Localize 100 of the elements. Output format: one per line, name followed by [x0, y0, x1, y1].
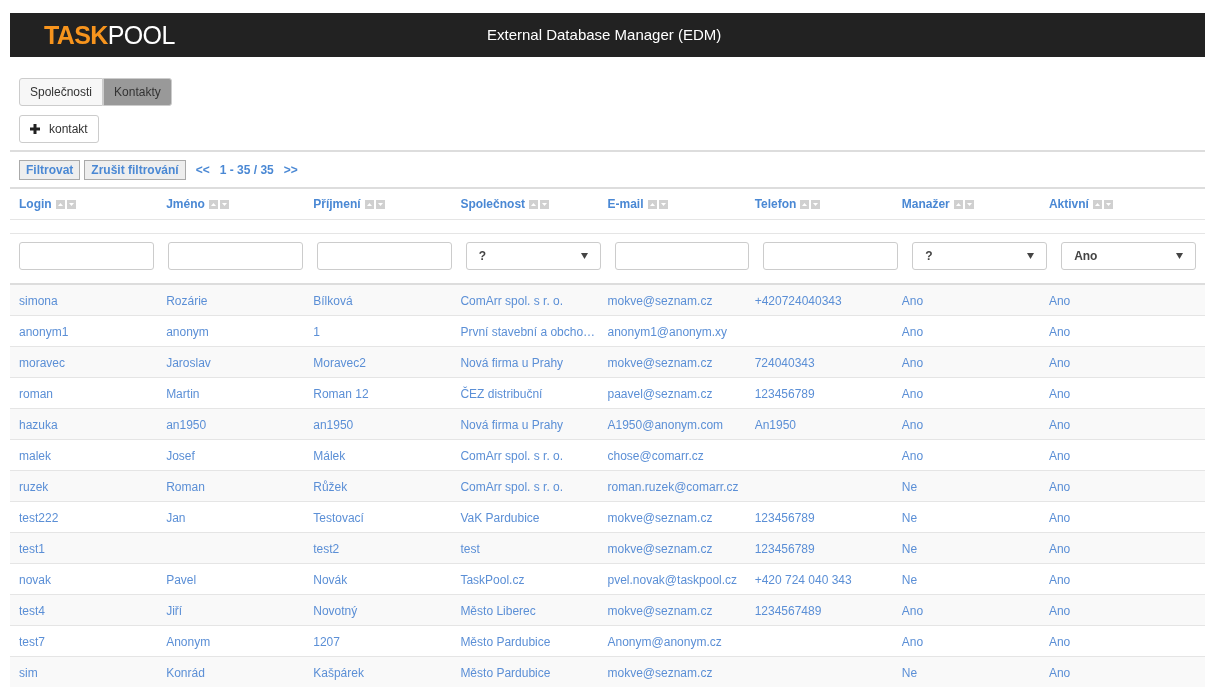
- sort-descending-icon[interactable]: [219, 199, 229, 209]
- previous-page-link[interactable]: <<: [195, 161, 210, 179]
- table-cell: Ano: [1048, 294, 1071, 308]
- table-cell: mokve@seznam.cz: [607, 666, 713, 680]
- table-cell: an1950: [313, 418, 354, 432]
- table-cell: Ano: [1048, 511, 1071, 525]
- table-cell: Roman 12: [313, 387, 369, 401]
- table-cell: Ano: [1048, 418, 1071, 432]
- table-cell: Ano: [901, 418, 924, 432]
- sort-descending-icon[interactable]: [66, 199, 76, 209]
- table-cell: mokve@seznam.cz: [607, 511, 713, 525]
- table-cell: paavel@seznam.cz: [607, 387, 713, 401]
- table-cell: Ne: [901, 542, 918, 556]
- sort-descending-icon[interactable]: [658, 199, 668, 209]
- sort-descending-icon[interactable]: [375, 199, 385, 209]
- table-cell: ČEZ distribuční: [460, 387, 543, 401]
- table-cell: Pavel: [166, 573, 197, 587]
- filter-field[interactable]: [19, 242, 154, 270]
- table-cell: Ano: [1048, 573, 1071, 587]
- filter-dropdown[interactable]: ?: [912, 242, 1048, 270]
- table-cell: Anonym@anonym.cz: [607, 635, 722, 649]
- table-cell: 123456789: [754, 542, 815, 556]
- table-cell: Jan: [166, 511, 186, 525]
- tab[interactable]: Společnosti: [19, 78, 104, 106]
- sort-descending-icon[interactable]: [811, 199, 821, 209]
- column-header[interactable]: Manažer: [901, 195, 950, 213]
- table-cell: test4: [19, 604, 45, 618]
- sort-descending-icon[interactable]: [964, 199, 974, 209]
- table-cell: Ano: [901, 635, 924, 649]
- sort-ascending-icon[interactable]: [647, 199, 657, 209]
- column-header[interactable]: Login: [19, 195, 52, 213]
- app-title: External Database Manager (EDM): [487, 24, 722, 45]
- table-cell: ComArr spol. s r. o.: [460, 449, 564, 463]
- table-cell: moravec: [19, 356, 65, 370]
- table-cell: +420724040343: [754, 294, 842, 308]
- filter-dropdown[interactable]: ?: [465, 242, 601, 270]
- dropdown-arrow-icon: [1176, 253, 1183, 259]
- table-cell: První stavební a obcho…: [460, 325, 596, 339]
- sort-ascending-icon[interactable]: [529, 199, 539, 209]
- table-cell: Roman: [166, 480, 205, 494]
- logo[interactable]: TASKPOOL: [44, 22, 175, 48]
- column-header[interactable]: Příjmení: [313, 195, 361, 213]
- table-cell: A1950@anonym.com: [607, 418, 724, 432]
- table-cell: simona: [19, 294, 58, 308]
- sort-ascending-icon[interactable]: [1092, 199, 1102, 209]
- table-cell: Ano: [1048, 635, 1071, 649]
- filter-field[interactable]: [167, 242, 303, 270]
- filter-field[interactable]: [614, 242, 750, 270]
- column-header[interactable]: Společnost: [460, 195, 526, 213]
- dropdown-arrow-icon: [580, 253, 588, 259]
- table-cell: Ne: [901, 511, 918, 525]
- filter-dropdown[interactable]: Ano: [1061, 242, 1196, 270]
- column-header[interactable]: E-mail: [607, 195, 644, 213]
- table-cell: Ano: [1048, 356, 1071, 370]
- clear-filter-button[interactable]: Zrušit filtrování: [84, 160, 186, 180]
- table-cell: anonym1@anonym.xy: [607, 325, 728, 339]
- dropdown-arrow-icon: [1027, 253, 1035, 259]
- column-header[interactable]: Jméno: [166, 195, 205, 213]
- table-cell: Nová firma u Prahy: [460, 356, 564, 370]
- table-cell: VaK Pardubice: [460, 511, 540, 525]
- table-cell: Růžek: [313, 480, 348, 494]
- table-cell: anonym1: [19, 325, 69, 339]
- table-cell: mokve@seznam.cz: [607, 542, 713, 556]
- sort-ascending-icon[interactable]: [953, 199, 963, 209]
- filter-field[interactable]: [316, 242, 452, 270]
- column-header[interactable]: Telefon: [754, 195, 797, 213]
- table-cell: Město Pardubice: [460, 635, 551, 649]
- table-cell: Ano: [1048, 604, 1071, 618]
- next-page-link[interactable]: >>: [283, 161, 298, 179]
- table-cell: Ano: [901, 387, 924, 401]
- add-contact-button[interactable]: kontakt: [19, 115, 99, 143]
- sort-descending-icon[interactable]: [540, 199, 550, 209]
- sort-descending-icon[interactable]: [1103, 199, 1113, 209]
- table-cell: novak: [19, 573, 52, 587]
- table-cell: sim: [19, 666, 38, 680]
- table-cell: roman.ruzek@comarr.cz: [607, 480, 739, 494]
- table-cell: 1207: [313, 635, 340, 649]
- table-cell: Ano: [901, 604, 924, 618]
- table-cell: mokve@seznam.cz: [607, 356, 713, 370]
- table-cell: Bílková: [313, 294, 353, 308]
- table-cell: Martin: [166, 387, 200, 401]
- table-cell: Rozárie: [166, 294, 208, 308]
- filter-field[interactable]: [763, 242, 899, 270]
- tab[interactable]: Kontakty: [103, 78, 172, 106]
- table-cell: 123456789: [754, 511, 815, 525]
- table-cell: Málek: [313, 449, 346, 463]
- sort-ascending-icon[interactable]: [800, 199, 810, 209]
- sort-ascending-icon[interactable]: [55, 199, 65, 209]
- table-cell: hazuka: [19, 418, 58, 432]
- table-cell: Anonym: [166, 635, 211, 649]
- table-cell: Moravec2: [313, 356, 366, 370]
- table-cell: Jiří: [166, 604, 183, 618]
- filter-button[interactable]: Filtrovat: [19, 160, 81, 180]
- sort-ascending-icon[interactable]: [208, 199, 218, 209]
- sort-ascending-icon[interactable]: [364, 199, 374, 209]
- column-header[interactable]: Aktivní: [1048, 195, 1089, 213]
- table-cell: Ano: [1048, 480, 1071, 494]
- table-cell: Ano: [901, 356, 924, 370]
- table-cell: An1950: [754, 418, 796, 432]
- table-cell: Ano: [1048, 666, 1071, 680]
